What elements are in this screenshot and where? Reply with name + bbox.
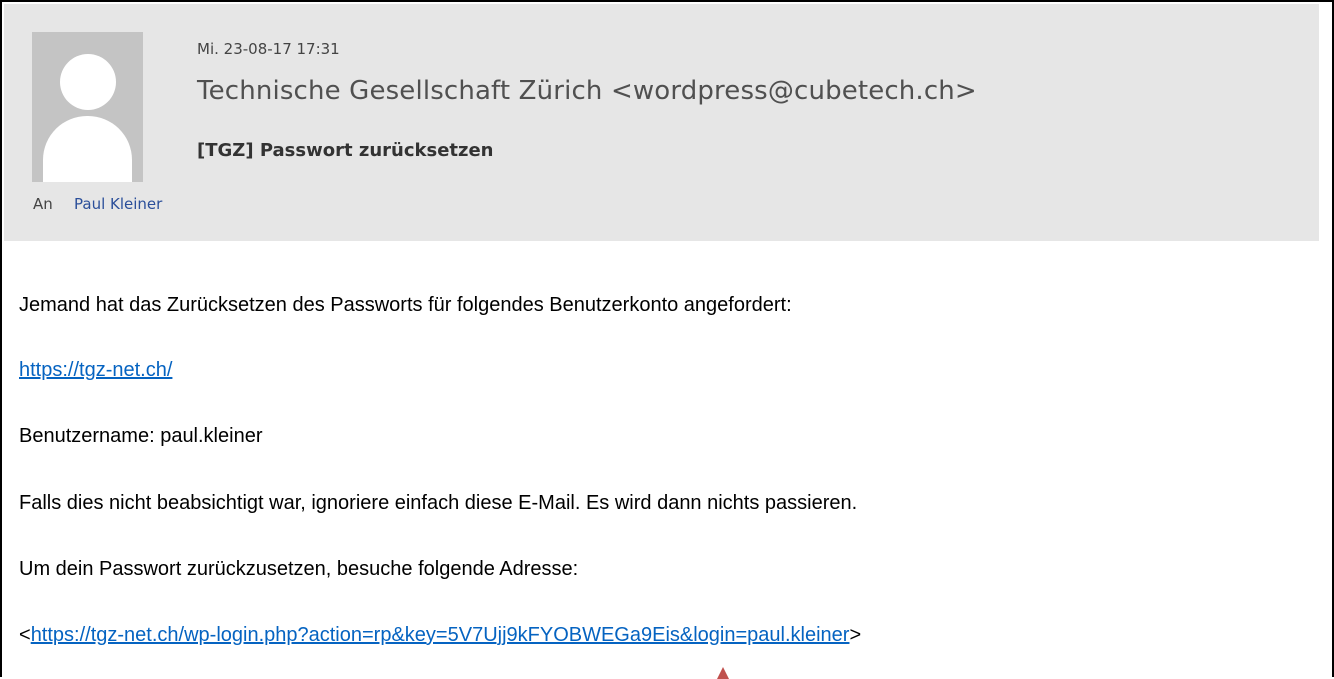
person-placeholder-torso	[43, 116, 132, 182]
reset-password-link[interactable]: https://tgz-net.ch/wp-login.php?action=r…	[31, 624, 850, 646]
recipient-label: An	[33, 195, 53, 213]
body-line-reset-intro: Um dein Passwort zurückzusetzen, besuche…	[19, 558, 579, 580]
recipient-name[interactable]: Paul Kleiner	[74, 195, 162, 213]
sender-avatar	[32, 32, 143, 182]
email-header: Mi. 23-08-17 17:31 Technische Gesellscha…	[4, 4, 1319, 241]
reset-link-open-bracket: <	[19, 624, 31, 646]
person-placeholder-icon	[60, 54, 116, 110]
site-link-line: https://tgz-net.ch/	[19, 359, 172, 382]
body-line-request: Jemand hat das Zurücksetzen des Passwort…	[19, 294, 792, 316]
site-link[interactable]: https://tgz-net.ch/	[19, 359, 172, 381]
email-date: Mi. 23-08-17 17:31	[197, 40, 340, 58]
body-line-ignore: Falls dies nicht beabsichtigt war, ignor…	[19, 492, 858, 514]
reset-link-close-bracket: >	[849, 624, 862, 646]
email-reading-pane: Mi. 23-08-17 17:31 Technische Gesellscha…	[0, 0, 1334, 679]
email-sender[interactable]: Technische Gesellschaft Zürich <wordpres…	[197, 76, 977, 106]
arrow-up-marker-icon	[717, 667, 729, 679]
body-line-username: Benutzername: paul.kleiner	[19, 425, 263, 447]
reset-link-line: <https://tgz-net.ch/wp-login.php?action=…	[19, 624, 861, 647]
email-subject: [TGZ] Passwort zurücksetzen	[197, 140, 494, 161]
